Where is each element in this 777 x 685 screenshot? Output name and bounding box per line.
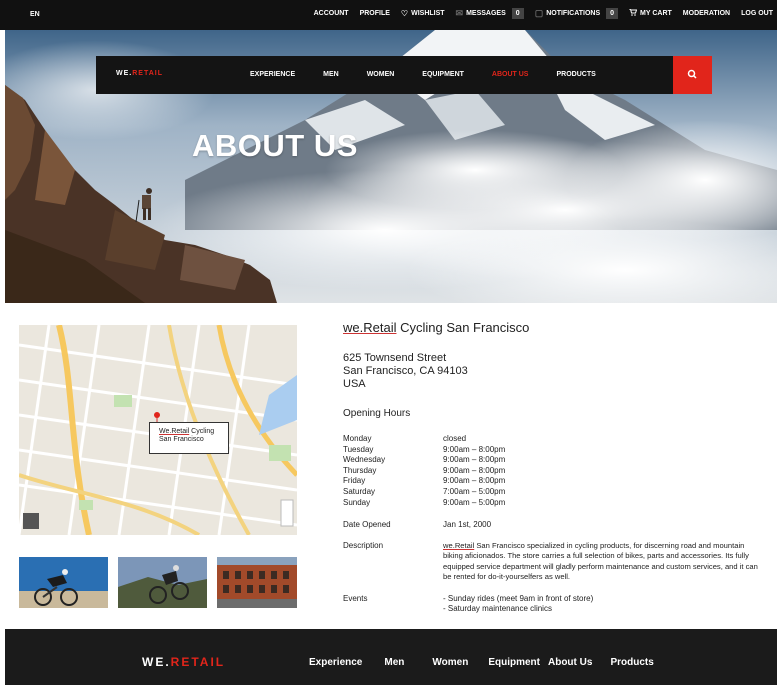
- time-value: 9:00am – 5:00pm: [443, 497, 506, 507]
- footer-logo-accent: RETAIL: [170, 655, 226, 669]
- footer-logo-main: WE.: [142, 655, 171, 669]
- store-title: we.Retail Cycling San Francisco: [343, 320, 529, 335]
- logo-main-text: WE.: [116, 70, 133, 77]
- date-opened-value: Jan 1st, 2000: [443, 520, 492, 529]
- logo-accent-text: RETAIL: [132, 70, 163, 77]
- footer-link-women[interactable]: Women: [432, 657, 468, 668]
- nav-item-women[interactable]: WOMEN: [367, 71, 395, 78]
- storefront-image: [217, 557, 297, 608]
- opening-hours-heading: Opening Hours: [343, 408, 411, 419]
- notifications-label: NOTIFICATIONS: [546, 10, 601, 17]
- map-label-brand: We.Retail: [159, 428, 190, 435]
- search-button[interactable]: [673, 56, 712, 94]
- events-label: Events: [343, 594, 368, 603]
- nav-item-products[interactable]: PRODUCTS: [556, 71, 595, 78]
- event-item: - Sunday rides (meet 9am in front of sto…: [443, 594, 594, 603]
- store-thumbnail-storefront[interactable]: [217, 557, 297, 608]
- profile-link[interactable]: PROFILE: [360, 10, 390, 17]
- time-value: 7:00am – 5:00pm: [443, 486, 506, 496]
- opening-times-list: closed 9:00am – 8:00pm 9:00am – 8:00pm 9…: [443, 434, 505, 508]
- footer-link-men[interactable]: Men: [384, 657, 404, 668]
- mountain-biker-image: [118, 557, 207, 608]
- footer-logo[interactable]: WE.RETAIL: [142, 655, 225, 669]
- search-icon: [687, 69, 697, 79]
- store-description: we.Retail San Francisco specialized in c…: [443, 541, 763, 583]
- footer-nav: Experience Men Women Equipment About Us …: [309, 657, 654, 668]
- day-label: Saturday: [343, 486, 376, 496]
- day-label: Friday: [343, 476, 366, 486]
- description-label: Description: [343, 541, 384, 550]
- time-value: 9:00am – 8:00pm: [443, 476, 506, 486]
- heart-icon: ♡: [400, 9, 409, 18]
- cart-label: MY CART: [640, 10, 672, 17]
- address-line-3: USA: [343, 378, 366, 390]
- chat-bubble-icon: ▢: [534, 8, 544, 18]
- map-label-line2: San Francisco: [159, 436, 204, 443]
- envelope-icon: ✉: [455, 8, 464, 18]
- time-value: 9:00am – 8:00pm: [443, 444, 506, 454]
- site-logo[interactable]: WE.RETAIL: [116, 70, 163, 77]
- wishlist-link[interactable]: ♡ WISHLIST: [401, 9, 445, 18]
- site-footer: WE.RETAIL Experience Men Women Equipment…: [5, 629, 777, 685]
- event-item: - Saturday maintenance clinics: [443, 604, 552, 613]
- messages-label: MESSAGES: [466, 10, 506, 17]
- store-title-rest: Cycling San Francisco: [396, 320, 530, 335]
- moderation-link[interactable]: MODERATION: [683, 10, 730, 17]
- footer-link-experience[interactable]: Experience: [309, 657, 362, 668]
- footer-link-about-us[interactable]: About Us: [548, 657, 592, 668]
- events-list: - Sunday rides (meet 9am in front of sto…: [443, 594, 593, 614]
- date-opened-label: Date Opened: [343, 520, 391, 529]
- utility-bar: EN ACCOUNT PROFILE ♡ WISHLIST ✉ MESSAGES…: [0, 0, 777, 30]
- nav-item-about-us[interactable]: ABOUT US: [492, 71, 529, 78]
- nav-items: EXPERIENCE MEN WOMEN EQUIPMENT ABOUT US …: [250, 71, 624, 78]
- notifications-count-badge: 0: [606, 8, 619, 19]
- store-address: 625 Townsend Street San Francisco, CA 94…: [343, 352, 468, 391]
- nav-item-equipment[interactable]: EQUIPMENT: [422, 71, 464, 78]
- wishlist-label: WISHLIST: [411, 10, 445, 17]
- logout-link[interactable]: LOG OUT: [741, 10, 773, 17]
- address-line-1: 625 Townsend Street: [343, 352, 447, 364]
- address-line-2: San Francisco, CA 94103: [343, 365, 468, 377]
- time-value: 9:00am – 8:00pm: [443, 455, 506, 465]
- utility-links: ACCOUNT PROFILE ♡ WISHLIST ✉ MESSAGES 0 …: [303, 8, 773, 19]
- day-label: Monday: [343, 434, 372, 443]
- nav-item-men[interactable]: MEN: [323, 71, 339, 78]
- day-label: Sunday: [343, 497, 371, 507]
- account-link[interactable]: ACCOUNT: [314, 10, 349, 17]
- messages-link[interactable]: ✉ MESSAGES 0: [456, 8, 524, 19]
- footer-link-products[interactable]: Products: [610, 657, 653, 668]
- cart-icon: [629, 8, 638, 18]
- map-store-label: We.Retail Cycling San Francisco: [149, 422, 229, 454]
- day-label: Wednesday: [343, 455, 386, 465]
- opening-days-list: Monday Tuesday Wednesday Thursday Friday…: [343, 434, 385, 508]
- day-label: Thursday: [343, 465, 377, 475]
- time-value: 9:00am – 8:00pm: [443, 465, 506, 475]
- messages-count-badge: 0: [511, 8, 524, 19]
- nav-item-experience[interactable]: EXPERIENCE: [250, 71, 295, 78]
- notifications-link[interactable]: ▢ NOTIFICATIONS 0: [534, 8, 619, 19]
- cart-link[interactable]: MY CART: [629, 8, 672, 18]
- day-label: Tuesday: [343, 444, 374, 454]
- store-title-brand: we.Retail: [343, 320, 397, 335]
- time-value: closed: [443, 434, 467, 443]
- description-text: San Francisco specialized in cycling pro…: [443, 541, 758, 582]
- store-thumbnail-mountain-biker[interactable]: [118, 557, 207, 608]
- store-thumbnail-road-cyclist[interactable]: [19, 557, 108, 608]
- language-selector[interactable]: EN: [30, 11, 40, 18]
- page-title: ABOUT US: [192, 128, 358, 163]
- road-cyclist-image: [19, 557, 108, 608]
- footer-link-equipment[interactable]: Equipment: [488, 657, 540, 668]
- description-brand: we.Retail: [443, 541, 475, 550]
- map-label-line1: Cycling: [189, 428, 215, 435]
- main-navigation: WE.RETAIL EXPERIENCE MEN WOMEN EQUIPMENT…: [96, 56, 673, 94]
